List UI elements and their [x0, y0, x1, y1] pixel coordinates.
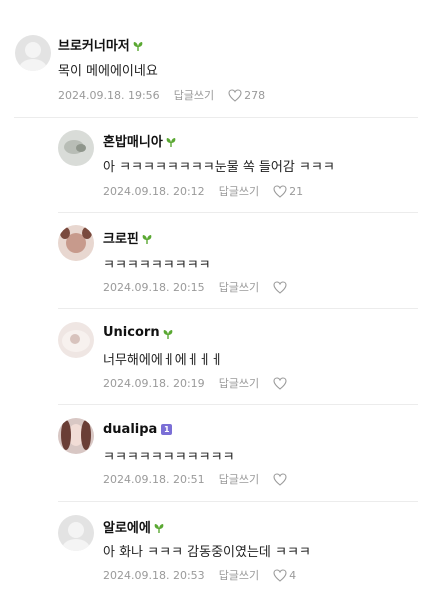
comment-text: ㅋㅋㅋㅋㅋㅋㅋㅋㅋ [103, 258, 211, 273]
author-nickname[interactable]: 혼밥매니아 [103, 131, 163, 150]
author-nickname[interactable]: dualipa [103, 422, 157, 437]
comment-timestamp: 2024.09.18. 20:19 [103, 376, 205, 390]
reply-button[interactable]: 답글쓰기 [219, 183, 259, 199]
like-button[interactable]: 4 [273, 569, 296, 582]
like-count: 21 [289, 184, 304, 198]
like-count: 278 [244, 88, 266, 102]
comment-text: 목이 메에에이네요 [58, 64, 158, 79]
author-name[interactable]: dualipa 1 [103, 422, 173, 437]
comment-meta: 2024.09.18. 20:19 답글쓰기 [103, 375, 289, 391]
comment-meta: 2024.09.18. 19:56 답글쓰기 278 [58, 87, 265, 103]
comment-meta: 2024.09.18. 20:15 답글쓰기 [103, 279, 289, 295]
reply-button[interactable]: 답글쓰기 [219, 471, 259, 487]
like-button[interactable] [273, 472, 289, 486]
reply-button[interactable]: 답글쓰기 [219, 375, 259, 391]
author-nickname[interactable]: 브로커너마저 [58, 35, 130, 54]
heart-icon [228, 88, 242, 102]
author-name[interactable]: Unicorn [103, 325, 173, 340]
comment-timestamp: 2024.09.18. 20:51 [103, 472, 205, 486]
heart-icon [273, 376, 287, 390]
comment-meta: 2024.09.18. 20:12 답글쓰기 21 [103, 183, 303, 199]
comment-timestamp: 2024.09.18. 20:12 [103, 184, 205, 198]
divider [14, 117, 418, 118]
avatar[interactable] [15, 35, 51, 71]
comment-meta: 2024.09.18. 20:51 답글쓰기 [103, 471, 289, 487]
divider [58, 308, 418, 309]
comment-timestamp: 2024.09.18. 20:53 [103, 568, 205, 582]
avatar[interactable] [58, 130, 94, 166]
comment-meta: 2024.09.18. 20:53 답글쓰기 4 [103, 567, 296, 583]
level-badge: 1 [161, 424, 173, 435]
avatar[interactable] [58, 515, 94, 551]
divider [58, 212, 418, 213]
author-name[interactable]: 브로커너마저 [58, 35, 143, 54]
comment-text: ㅋㅋㅋㅋㅋㅋㅋㅋㅋㅋㅋ [103, 450, 235, 465]
leaf-icon [142, 233, 152, 244]
comment-text: 너무해에에ㅔ에ㅔㅔㅔ [103, 353, 223, 368]
reply-button[interactable]: 답글쓰기 [219, 279, 259, 295]
author-name[interactable]: 크로핀 [103, 228, 152, 247]
author-name[interactable]: 혼밥매니아 [103, 131, 176, 150]
avatar[interactable] [58, 322, 94, 358]
like-button[interactable]: 21 [273, 185, 303, 198]
author-nickname[interactable]: 크로핀 [103, 228, 139, 247]
divider [58, 404, 418, 405]
reply-button[interactable]: 답글쓰기 [174, 87, 214, 103]
comment-text: 아 화나 ㅋㅋㅋ 감동중이였는데 ㅋㅋㅋ [103, 545, 311, 560]
heart-icon [273, 472, 287, 486]
like-count: 4 [289, 568, 297, 582]
comment-timestamp: 2024.09.18. 19:56 [58, 88, 160, 102]
like-button[interactable]: 278 [228, 89, 265, 102]
leaf-icon [133, 40, 143, 51]
avatar[interactable] [58, 225, 94, 261]
like-button[interactable] [273, 280, 289, 294]
comment-text: 아 ㅋㅋㅋㅋㅋㅋㅋㅋ눈물 쏙 들어감 ㅋㅋㅋ [103, 160, 335, 175]
author-name[interactable]: 알로에에 [103, 517, 164, 536]
comment-timestamp: 2024.09.18. 20:15 [103, 280, 205, 294]
like-button[interactable] [273, 376, 289, 390]
author-nickname[interactable]: 알로에에 [103, 517, 151, 536]
heart-icon [273, 568, 287, 582]
avatar[interactable] [58, 418, 94, 454]
heart-icon [273, 280, 287, 294]
leaf-icon [166, 136, 176, 147]
leaf-icon [163, 328, 173, 339]
heart-icon [273, 184, 287, 198]
author-nickname[interactable]: Unicorn [103, 325, 160, 340]
leaf-icon [154, 522, 164, 533]
reply-button[interactable]: 답글쓰기 [219, 567, 259, 583]
divider [58, 501, 418, 502]
